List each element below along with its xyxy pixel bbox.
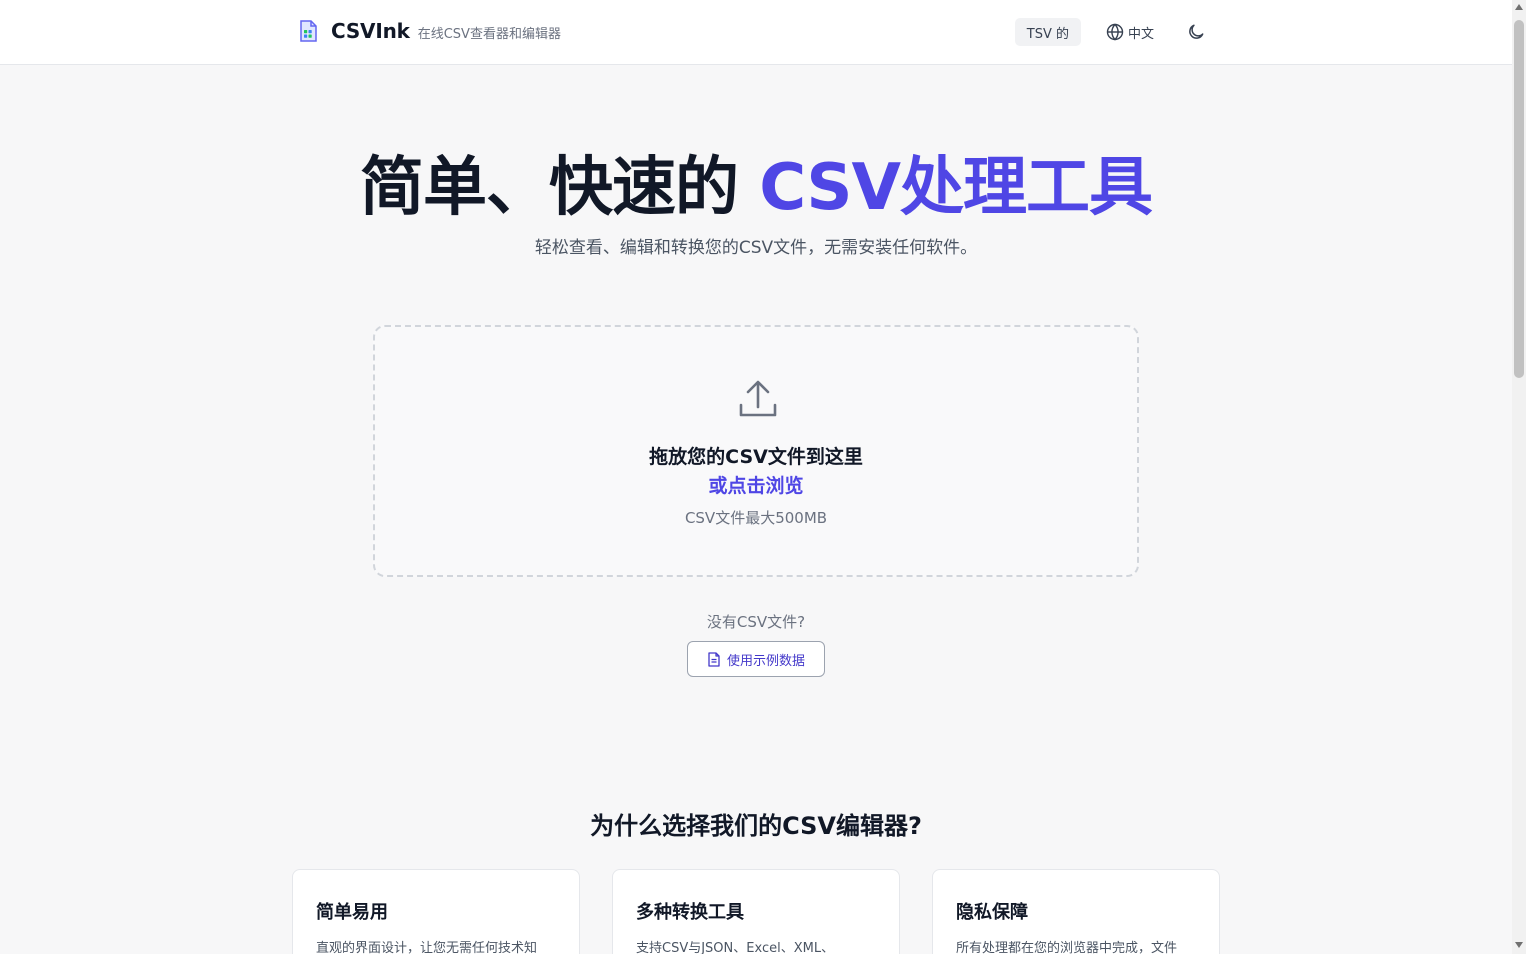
brand-subtitle: 在线CSV查看器和编辑器 <box>417 27 561 42</box>
language-switcher[interactable]: 中文 <box>1105 22 1154 42</box>
globe-icon <box>1106 23 1124 41</box>
hero-title: 简单、快速的 CSV处理工具 <box>0 136 1512 228</box>
header-actions: TSV 的 中文 <box>1014 18 1206 46</box>
vertical-scrollbar[interactable] <box>1512 0 1526 954</box>
feature-card: 隐私保障 所有处理都在您的浏览器中完成，文件 <box>932 869 1220 954</box>
theme-toggle-button[interactable] <box>1186 22 1206 42</box>
moon-icon <box>1189 24 1204 39</box>
browse-link[interactable]: 或点击浏览 <box>375 471 1137 498</box>
brand[interactable]: CSVInk 在线CSV查看器和编辑器 <box>296 19 561 43</box>
scroll-up-arrow-icon[interactable] <box>1515 4 1523 10</box>
csv-file-logo-icon <box>296 19 320 43</box>
feature-card-text: 所有处理都在您的浏览器中完成，文件 <box>956 941 1178 954</box>
feature-card-text: 支持CSV与JSON、Excel、XML、 <box>636 941 835 954</box>
document-icon <box>708 651 720 667</box>
use-sample-data-button[interactable]: 使用示例数据 <box>687 641 825 677</box>
why-section-title: 为什么选择我们的CSV编辑器? <box>590 812 922 840</box>
scrollbar-thumb[interactable] <box>1514 20 1524 378</box>
feature-card: 简单易用 直观的界面设计，让您无需任何技术知 <box>292 869 580 954</box>
feature-card-title: 多种转换工具 <box>636 902 744 923</box>
top-navigation-bar: CSVInk 在线CSV查看器和编辑器 TSV 的 中文 <box>0 0 1512 65</box>
feature-card-title: 隐私保障 <box>956 902 1028 923</box>
feature-card-text: 直观的界面设计，让您无需任何技术知 <box>316 941 538 954</box>
hero-subtitle: 轻松查看、编辑和转换您的CSV文件，无需安装任何软件。 <box>534 238 978 258</box>
file-dropzone[interactable]: 拖放您的CSV文件到这里 或点击浏览 CSV文件最大500MB <box>373 325 1139 577</box>
feature-card: 多种转换工具 支持CSV与JSON、Excel、XML、 <box>612 869 900 954</box>
use-sample-data-label: 使用示例数据 <box>726 653 805 669</box>
dropzone-title: 拖放您的CSV文件到这里 <box>649 446 863 468</box>
tsv-button[interactable]: TSV 的 <box>1014 18 1081 46</box>
language-label: 中文 <box>1127 26 1154 42</box>
upload-icon <box>736 377 780 425</box>
brand-name: CSVInk <box>331 19 410 43</box>
no-csv-question: 没有CSV文件? <box>706 613 806 631</box>
scroll-down-arrow-icon[interactable] <box>1515 942 1523 948</box>
hero-title-plain: 简单、快速的 <box>359 151 760 225</box>
page: CSVInk 在线CSV查看器和编辑器 TSV 的 中文 简单、快速的 CSV处… <box>0 0 1526 954</box>
feature-card-title: 简单易用 <box>316 902 388 923</box>
file-size-limit: CSV文件最大500MB <box>684 509 828 527</box>
hero-title-accent: CSV处理工具 <box>759 151 1153 225</box>
